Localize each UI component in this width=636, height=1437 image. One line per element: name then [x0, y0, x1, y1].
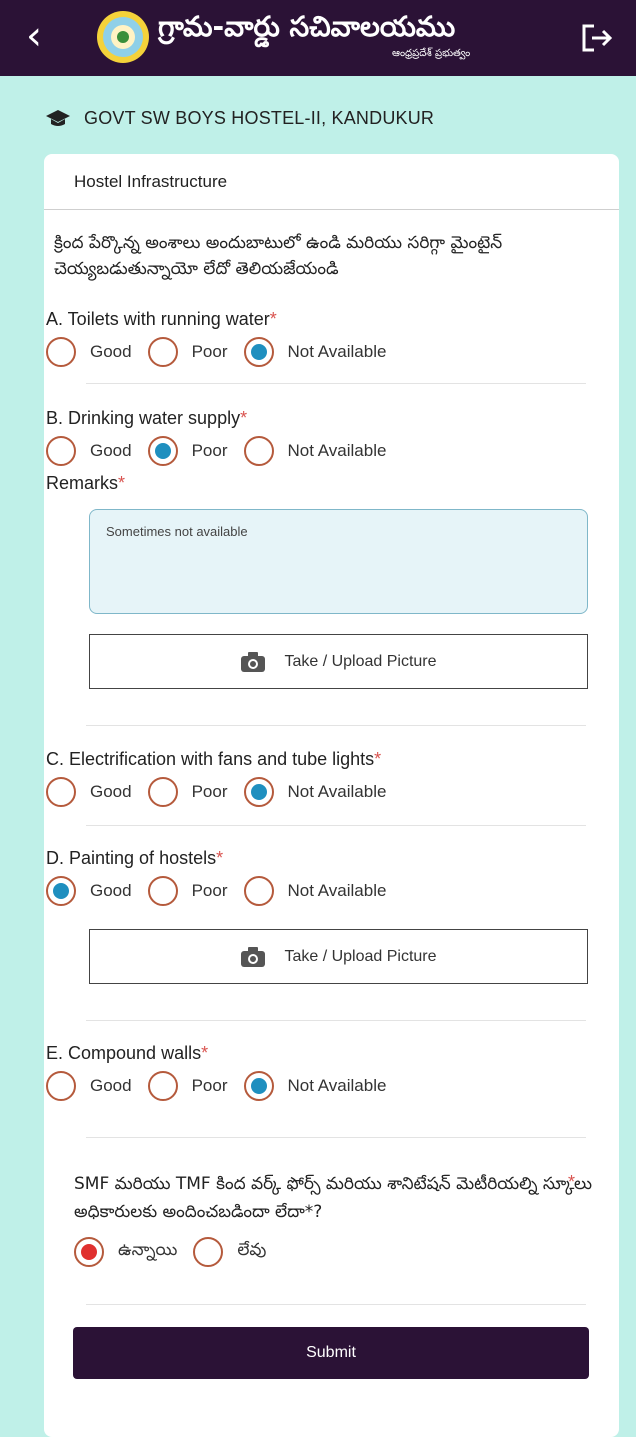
question-b-option-na[interactable]: Not Available: [243, 436, 386, 466]
chevron-left-icon[interactable]: ‹: [26, 14, 62, 58]
radio-icon[interactable]: [147, 337, 178, 367]
remarks-textarea[interactable]: Sometimes not available: [89, 509, 588, 614]
divider: [86, 725, 586, 726]
question-d-title: D. Painting of hostels: [46, 848, 217, 868]
required-mark: *: [240, 408, 248, 428]
submit-button[interactable]: Submit: [73, 1327, 589, 1379]
hostel-row: GOVT SW BOYS HOSTEL-II, KANDUKUR: [46, 103, 434, 133]
radio-icon[interactable]: [46, 777, 76, 807]
radio-icon[interactable]: [147, 777, 178, 807]
question-a-option-na[interactable]: Not Available: [243, 337, 386, 367]
radio-icon[interactable]: [243, 436, 274, 466]
question-d: D. Painting of hostels* Good Poor Not Av…: [46, 845, 546, 911]
question-e-option-poor[interactable]: Poor: [147, 1071, 228, 1101]
upload-picture-button-b[interactable]: Take / Upload Picture: [89, 634, 588, 689]
required-mark: *: [568, 1172, 576, 1192]
divider: [86, 1304, 586, 1305]
question-e-title: E. Compound walls: [46, 1043, 202, 1063]
divider: [86, 383, 586, 384]
camera-icon: [241, 651, 266, 672]
upload-picture-button-d[interactable]: Take / Upload Picture: [89, 929, 588, 984]
question-c-title: C. Electrification with fans and tube li…: [46, 749, 375, 769]
question-e: E. Compound walls* Good Poor Not Availab…: [46, 1040, 546, 1106]
ap-emblem-logo: [97, 11, 149, 63]
question-c-option-poor[interactable]: Poor: [147, 777, 228, 807]
radio-icon[interactable]: [46, 1071, 76, 1101]
divider: [86, 1020, 586, 1021]
radio-icon[interactable]: [46, 436, 76, 466]
question-d-option-poor[interactable]: Poor: [147, 876, 228, 906]
required-mark: *: [374, 749, 382, 769]
radio-selected-icon[interactable]: [46, 876, 76, 906]
question-a-option-poor[interactable]: Poor: [147, 337, 228, 367]
question-e-option-na[interactable]: Not Available: [243, 1071, 386, 1101]
smf-option-no[interactable]: లేవు: [193, 1237, 266, 1267]
required-mark: *: [201, 1043, 209, 1063]
radio-selected-icon[interactable]: [243, 777, 274, 807]
radio-icon[interactable]: [147, 1071, 178, 1101]
smf-option-yes[interactable]: ఉన్నాయి: [74, 1237, 177, 1267]
app-header: ‹ గ్రామ-వార్డు సచివాలయము ఆంధ్రప్రదేశ్ ప్…: [0, 0, 636, 76]
upload-label: Take / Upload Picture: [284, 652, 437, 670]
radio-icon[interactable]: [46, 337, 76, 367]
question-a-title: A. Toilets with running water: [46, 309, 270, 329]
radio-selected-icon[interactable]: [147, 436, 178, 466]
radio-selected-icon[interactable]: [243, 337, 274, 367]
question-c: C. Electrification with fans and tube li…: [46, 746, 546, 812]
camera-icon: [241, 946, 266, 967]
smf-question: SMF మరియు TMF కింద వర్క్ ఫోర్స్ మరియు శా…: [74, 1174, 592, 1222]
logout-icon[interactable]: [580, 22, 614, 54]
question-d-option-good[interactable]: Good: [46, 876, 132, 906]
radio-selected-icon[interactable]: [74, 1237, 104, 1267]
required-mark: *: [269, 309, 277, 329]
divider: [86, 825, 586, 826]
app-subtitle: ఆంధ్రప్రదేశ్ ప్రభుత్వం: [392, 48, 471, 59]
question-b-option-good[interactable]: Good: [46, 436, 132, 466]
required-mark: *: [216, 848, 224, 868]
radio-selected-icon[interactable]: [243, 1071, 274, 1101]
smf-options: ఉన్నాయి లేవు: [74, 1232, 574, 1272]
question-c-option-na[interactable]: Not Available: [243, 777, 386, 807]
question-a: A. Toilets with running water* Good Poor…: [46, 306, 546, 372]
question-d-option-na[interactable]: Not Available: [243, 876, 386, 906]
question-a-option-good[interactable]: Good: [46, 337, 132, 367]
question-e-option-good[interactable]: Good: [46, 1071, 132, 1101]
instruction-text: క్రింద పేర్కొన్న అంశాలు అందుబాటులో ఉండి …: [54, 233, 503, 279]
divider: [86, 1137, 586, 1138]
card-title: Hostel Infrastructure: [44, 154, 619, 210]
remarks-label: Remarks: [46, 473, 119, 493]
radio-icon[interactable]: [193, 1237, 224, 1267]
radio-icon[interactable]: [147, 876, 178, 906]
question-c-option-good[interactable]: Good: [46, 777, 132, 807]
hostel-name: GOVT SW BOYS HOSTEL-II, KANDUKUR: [84, 107, 435, 128]
required-mark: *: [118, 473, 126, 493]
question-b-option-poor[interactable]: Poor: [147, 436, 228, 466]
upload-label: Take / Upload Picture: [284, 947, 437, 965]
question-b-title: B. Drinking water supply: [46, 408, 241, 428]
question-b: B. Drinking water supply* Good Poor Not …: [46, 405, 546, 494]
graduation-cap-icon: [46, 110, 70, 126]
app-title: గ్రామ-వార్డు సచివాలయము: [158, 10, 456, 43]
radio-icon[interactable]: [243, 876, 274, 906]
